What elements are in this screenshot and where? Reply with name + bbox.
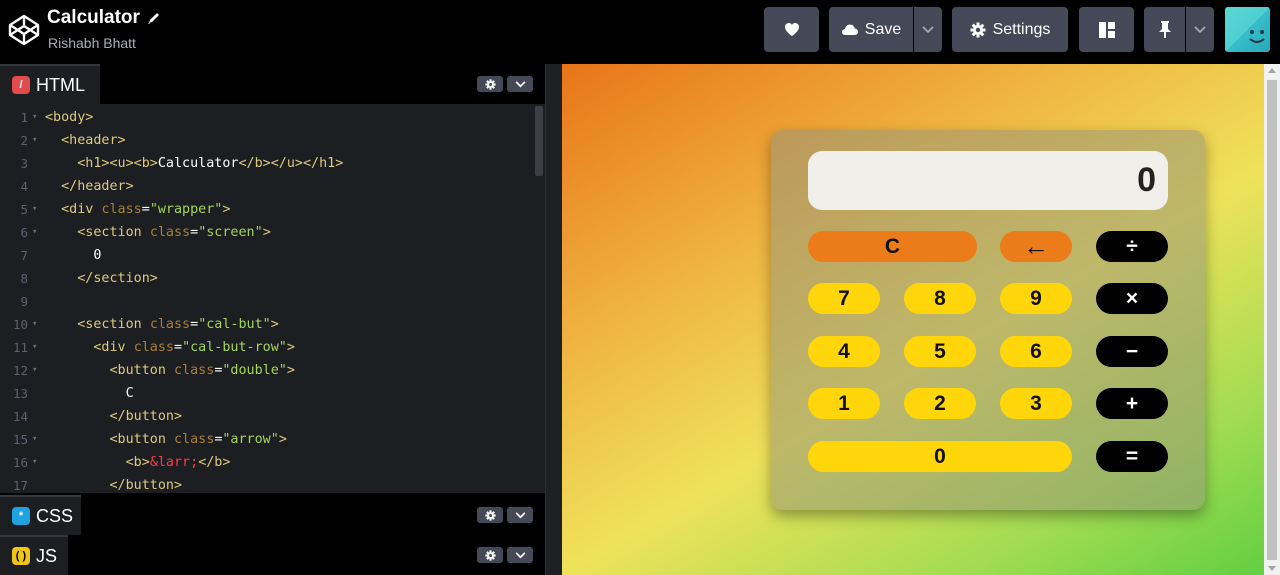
pin-icon [1158,21,1171,38]
heart-icon [784,23,799,36]
save-dropdown-button[interactable] [914,7,942,52]
css-settings-button[interactable] [477,507,503,523]
avatar[interactable] [1225,7,1270,52]
code-scrollbar-thumb[interactable] [535,106,543,176]
tab-html[interactable]: / HTML [0,64,100,104]
html-collapse-button[interactable] [507,76,533,92]
multiply-button[interactable]: × [1096,283,1168,314]
digit-9-button[interactable]: 9 [1000,283,1072,314]
digit-8-button[interactable]: 8 [904,283,976,314]
css-collapse-button[interactable] [507,507,533,523]
js-settings-button[interactable] [477,547,503,563]
digit-0-button[interactable]: 0 [808,441,1072,472]
author-name[interactable]: Rishabh Bhatt [48,35,136,51]
js-pane-header: ( ) JS [0,535,545,575]
gear-icon [484,549,496,561]
js-lang-icon: ( ) [12,547,30,565]
code-line: 9 [20,294,28,309]
digit-6-button[interactable]: 6 [1000,336,1072,367]
codepen-logo-icon[interactable] [8,14,40,46]
scroll-up-arrow-icon[interactable] [1268,68,1276,73]
tab-js-label: JS [36,545,58,566]
code-line: 11 ▾ <div class="cal-but-row"> [12,340,295,355]
chevron-down-icon [515,551,525,558]
preview-pane: 0 C ← ÷ 7 8 9 × 4 5 6 − 1 2 3 + 0 = [562,64,1280,575]
pane-resizer[interactable] [545,64,562,575]
css-pane-header: * CSS [0,495,545,535]
chevron-down-icon [515,511,525,518]
gear-icon [484,78,496,90]
calculator: 0 C ← ÷ 7 8 9 × 4 5 6 − 1 2 3 + 0 = [771,130,1205,510]
backspace-button[interactable]: ← [1000,231,1072,262]
chevron-down-icon [515,80,525,87]
code-line: 7 0 [20,248,102,263]
code-line: 13 C [12,386,134,401]
tab-js[interactable]: ( ) JS [0,535,68,575]
pen-title[interactable]: Calculator [47,7,140,29]
digit-5-button[interactable]: 5 [904,336,976,367]
layout-icon [1098,21,1115,38]
html-pane-header: / HTML [0,64,545,104]
settings-label: Settings [992,20,1051,38]
code-line: 2 ▾ <header> [20,133,126,148]
code-line: 5 ▾ <div class="wrapper"> [20,202,231,217]
pin-dropdown-button[interactable] [1186,7,1214,52]
html-lang-icon: / [12,76,30,94]
digit-7-button[interactable]: 7 [808,283,880,314]
code-line: 14 </button> [12,409,183,424]
love-button[interactable] [764,7,819,52]
css-lang-icon: * [12,507,30,525]
minus-button[interactable]: − [1096,336,1168,367]
digit-2-button[interactable]: 2 [904,388,976,419]
top-bar: Calculator Rishabh Bhatt Save Settings [0,0,1280,64]
code-line: 12 ▾ <button class="double"> [12,363,295,378]
change-view-button[interactable] [1079,7,1134,52]
preview-scrollbar-thumb[interactable] [1267,80,1277,560]
html-code-editor[interactable]: 1 ▾ <body> 2 ▾ <header> 3 <h1><u><b>Calcula… [0,104,545,493]
pin-button[interactable] [1144,7,1185,52]
tab-html-label: HTML [36,74,85,95]
gear-icon [970,22,986,37]
code-line: 6 ▾ <section class="screen"> [20,225,271,240]
calculator-display: 0 [808,151,1168,210]
pencil-icon[interactable] [146,10,162,26]
code-line: 15 ▾ <button class="arrow"> [12,432,287,447]
digit-1-button[interactable]: 1 [808,388,880,419]
avatar-face-icon [1225,7,1270,52]
code-line: 17 </button> [12,478,183,493]
digit-3-button[interactable]: 3 [1000,388,1072,419]
tab-css-label: CSS [36,505,74,526]
tab-css[interactable]: * CSS [0,495,81,535]
code-line: 1 ▾ <body> [20,110,94,125]
save-label: Save [864,20,902,38]
code-line: 10 ▾ <section class="cal-but"> [12,317,279,332]
save-button[interactable]: Save [829,7,913,52]
digit-4-button[interactable]: 4 [808,336,880,367]
code-line: 8 </section> [20,271,158,286]
code-line: 16 ▾ <b>&larr;</b> [12,455,231,470]
code-line: 4 </header> [20,179,134,194]
clear-button[interactable]: C [808,231,977,262]
plus-button[interactable]: + [1096,388,1168,419]
equals-button[interactable]: = [1096,441,1168,472]
chevron-down-icon [922,25,934,33]
scroll-down-arrow-icon[interactable] [1268,566,1276,571]
js-collapse-button[interactable] [507,547,533,563]
cloud-icon [841,24,858,35]
divide-button[interactable]: ÷ [1096,231,1168,262]
preview-scrollbar[interactable] [1264,64,1280,575]
gear-icon [484,509,496,521]
settings-button[interactable]: Settings [952,7,1068,52]
chevron-down-icon [1194,25,1206,33]
html-settings-button[interactable] [477,76,503,92]
code-line: 3 <h1><u><b>Calculator</b></u></h1> [20,156,344,171]
